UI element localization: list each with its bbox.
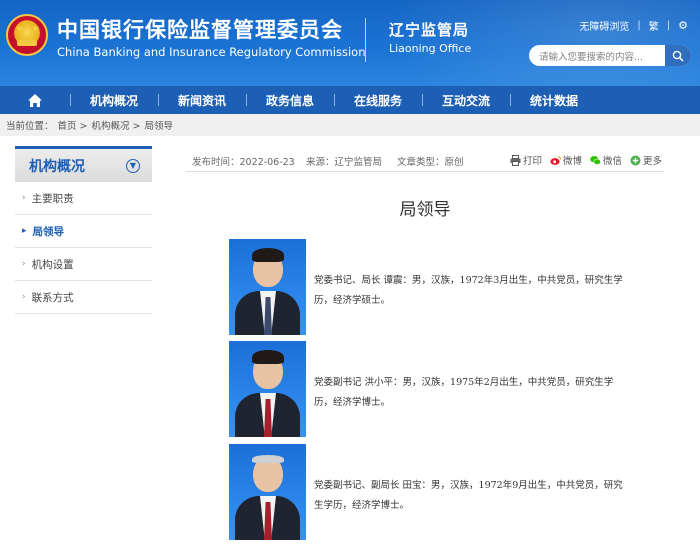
print-button[interactable]: 打印 <box>510 153 542 167</box>
sidebar-item-label: 局领导 <box>32 225 65 238</box>
sidebar-item-contact[interactable]: › 联系方式 <box>15 281 152 314</box>
office-title: 辽宁监管局 <box>389 21 470 39</box>
leader-entry: 党委书记、局长 谭震：男，汉族，1972年3月出生，中共党员，研究生学历，经济学… <box>229 239 629 335</box>
header-divider <box>365 18 366 62</box>
sidebar-item-leaders[interactable]: ▸ 局领导 <box>15 215 152 248</box>
nav-item-statistics[interactable]: 统计数据 <box>510 86 598 114</box>
breadcrumb-org-overview[interactable]: 机构概况 > <box>92 118 141 132</box>
breadcrumb-home[interactable]: 首页 > <box>58 118 88 132</box>
article-source: 来源：辽宁监管局 <box>306 157 383 168</box>
leader-description: 党委副书记、副局长 田宝：男，汉族，1972年9月出生，中共党员，研究生学历，经… <box>314 480 623 511</box>
search-input[interactable] <box>529 47 661 66</box>
chevron-right-icon: › <box>22 259 26 269</box>
national-emblem-icon: ★ ★ ★ <box>6 14 48 56</box>
search-button[interactable] <box>665 45 691 66</box>
chevron-right-icon: › <box>22 292 26 302</box>
nav-item-org-overview[interactable]: 机构概况 <box>70 86 158 114</box>
share-more-button[interactable]: 更多 <box>630 153 662 167</box>
wechat-label: 微信 <box>602 156 622 167</box>
article-title: 局领导 <box>399 200 451 220</box>
leader-entry: 党委副书记、副局长 田宝：男，汉族，1972年9月出生，中共党员，研究生学历，经… <box>229 444 629 540</box>
link-separator: | <box>666 20 671 31</box>
nav-item-online-services[interactable]: 在线服务 <box>334 86 422 114</box>
site-title-english: China Banking and Insurance Regulatory C… <box>57 45 366 59</box>
leader-photo <box>229 444 306 540</box>
nav-item-news[interactable]: 新闻资讯 <box>158 86 246 114</box>
settings-gear-icon[interactable]: ⚙ <box>678 19 688 32</box>
nav-home-button[interactable] <box>0 86 70 114</box>
wechat-icon <box>590 155 601 165</box>
weibo-label: 微博 <box>562 156 582 167</box>
leader-description: 党委书记、局长 谭震：男，汉族，1972年3月出生，中共党员，研究生学历，经济学… <box>314 275 623 306</box>
nav-item-government-info[interactable]: 政务信息 <box>246 86 334 114</box>
printer-icon <box>510 154 521 166</box>
article-meta: 发布时间：2022-06-23 来源：辽宁监管局 文章类型：原创 打印 微博 微… <box>186 150 664 172</box>
breadcrumb-prefix: 当前位置： <box>6 121 54 132</box>
share-weibo-button[interactable]: 微博 <box>550 153 582 167</box>
sidebar: 机构概况 ▼ › 主要职责 ▸ 局领导 › 机构设置 › 联系方式 <box>15 146 152 314</box>
leader-entry: 党委副书记 洪小平：男，汉族，1975年2月出生，中共党员，研究生学历，经济学博… <box>229 341 629 437</box>
sidebar-item-label: 机构设置 <box>31 258 74 271</box>
site-title[interactable]: 中国银行保险监督管理委员会 <box>57 14 343 44</box>
breadcrumb-current: 局领导 <box>144 121 173 132</box>
accessibility-link[interactable]: 无障碍浏览 <box>579 18 629 33</box>
breadcrumb: 当前位置： 首页 > 机构概况 > 局领导 <box>0 114 700 136</box>
nav-item-interaction[interactable]: 互动交流 <box>422 86 510 114</box>
plus-circle-icon <box>630 155 641 165</box>
print-label: 打印 <box>522 156 542 167</box>
leader-photo <box>229 239 306 335</box>
weibo-icon <box>550 155 561 165</box>
sidebar-title: 机构概况 <box>29 158 85 175</box>
top-links: 无障碍浏览 | 繁 | ⚙ <box>579 18 688 33</box>
more-label: 更多 <box>642 156 662 167</box>
office-title-english: Liaoning Office <box>389 42 472 55</box>
leader-description: 党委副书记 洪小平：男，汉族，1975年2月出生，中共党员，研究生学历，经济学博… <box>314 377 614 408</box>
leader-photo <box>229 341 306 437</box>
sidebar-item-label: 联系方式 <box>31 291 74 304</box>
share-wechat-button[interactable]: 微信 <box>590 153 622 167</box>
search-icon <box>672 50 684 62</box>
triangle-right-icon: ▸ <box>22 226 27 236</box>
home-icon <box>28 93 42 107</box>
link-separator: | <box>637 20 641 31</box>
article-type: 文章类型：原创 <box>397 157 464 168</box>
publish-time: 发布时间：2022-06-23 <box>192 157 295 168</box>
sidebar-item-main-duties[interactable]: › 主要职责 <box>15 182 152 215</box>
site-header: ★ ★ ★ 中国银行保险监督管理委员会 China Banking and Insu… <box>0 0 700 86</box>
sidebar-header: 机构概况 ▼ <box>15 146 152 182</box>
traditional-chinese-link[interactable]: 繁 <box>649 18 659 33</box>
sidebar-item-label: 主要职责 <box>31 192 74 205</box>
search-box <box>529 45 691 66</box>
sidebar-item-org-structure[interactable]: › 机构设置 <box>15 248 152 281</box>
chevron-right-icon: › <box>22 193 26 203</box>
chevron-down-icon[interactable]: ▼ <box>126 158 140 173</box>
main-nav: 机构概况 新闻资讯 政务信息 在线服务 互动交流 统计数据 <box>0 86 700 114</box>
share-bar: 打印 微博 微信 更多 <box>510 153 662 167</box>
